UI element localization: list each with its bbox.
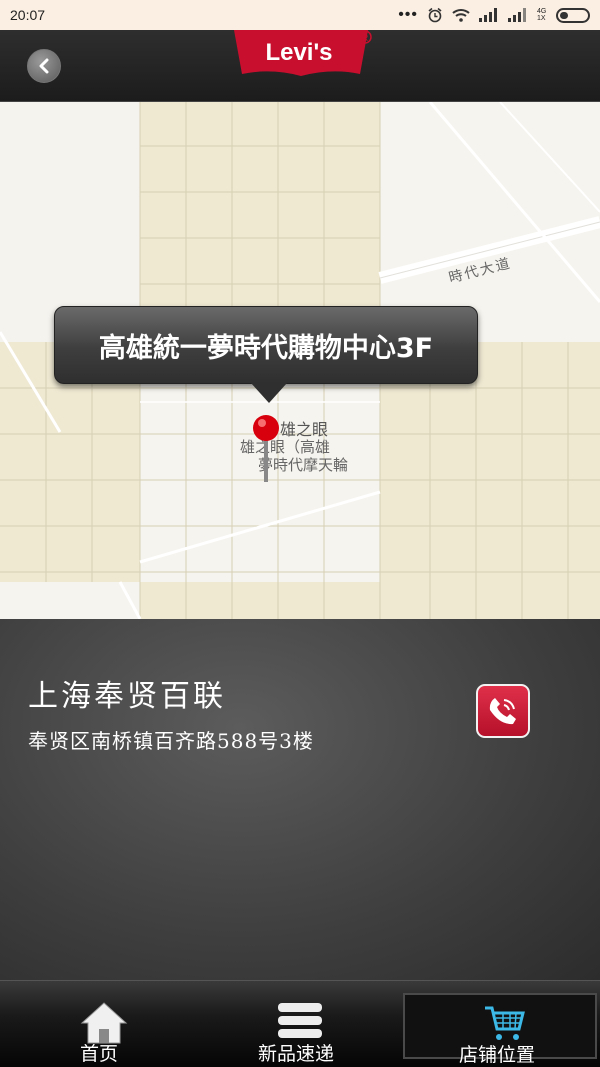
map-callout[interactable]: 高雄統一夢時代購物中心3F [54, 306, 478, 403]
tab-store-location-label: 店铺位置 [459, 1044, 536, 1066]
more-icon: ••• [398, 6, 418, 23]
chevron-left-icon [39, 58, 49, 74]
phone-icon [489, 698, 516, 725]
store-address: 奉贤区南桥镇百齐路588号3楼 [28, 729, 314, 753]
bottom-tab-bar: 首页 新品速递 店铺位置 [0, 980, 600, 1067]
svg-text:R: R [362, 33, 369, 43]
tab-new-arrivals-label: 新品速递 [258, 1043, 335, 1065]
tab-home-label: 首页 [80, 1043, 119, 1065]
map-pin-icon[interactable] [252, 414, 280, 484]
status-time: 20:07 [10, 7, 46, 23]
svg-text:Levi's: Levi's [265, 39, 332, 66]
tab-new-arrivals[interactable]: 新品速递 [200, 981, 400, 1067]
tab-store-location[interactable]: 店铺位置 [403, 993, 597, 1066]
status-icons: ••• 4G 1X [398, 6, 590, 24]
callout-title: 高雄統一夢時代購物中心3F [98, 332, 434, 364]
store-name: 上海奉贤百联 [28, 679, 226, 714]
cart-icon [485, 1006, 525, 1040]
status-bar: 20:07 ••• 4G 1X [0, 0, 600, 30]
tab-home[interactable]: 首页 [0, 981, 200, 1067]
alarm-icon [427, 7, 443, 23]
stack-icon [278, 1003, 322, 1038]
app-header: Levi's R [0, 30, 600, 102]
signal-icon [479, 8, 499, 22]
back-button[interactable] [27, 49, 61, 83]
wifi-icon [452, 8, 470, 22]
battery-icon [556, 7, 590, 23]
store-info-panel: 上海奉贤百联 奉贤区南桥镇百齐路588号3楼 [0, 619, 600, 980]
call-button[interactable] [476, 684, 530, 738]
levis-logo: Levi's R [234, 30, 372, 76]
network-type-label: 4G 1X [537, 8, 547, 22]
signal-icon-2 [508, 8, 528, 22]
